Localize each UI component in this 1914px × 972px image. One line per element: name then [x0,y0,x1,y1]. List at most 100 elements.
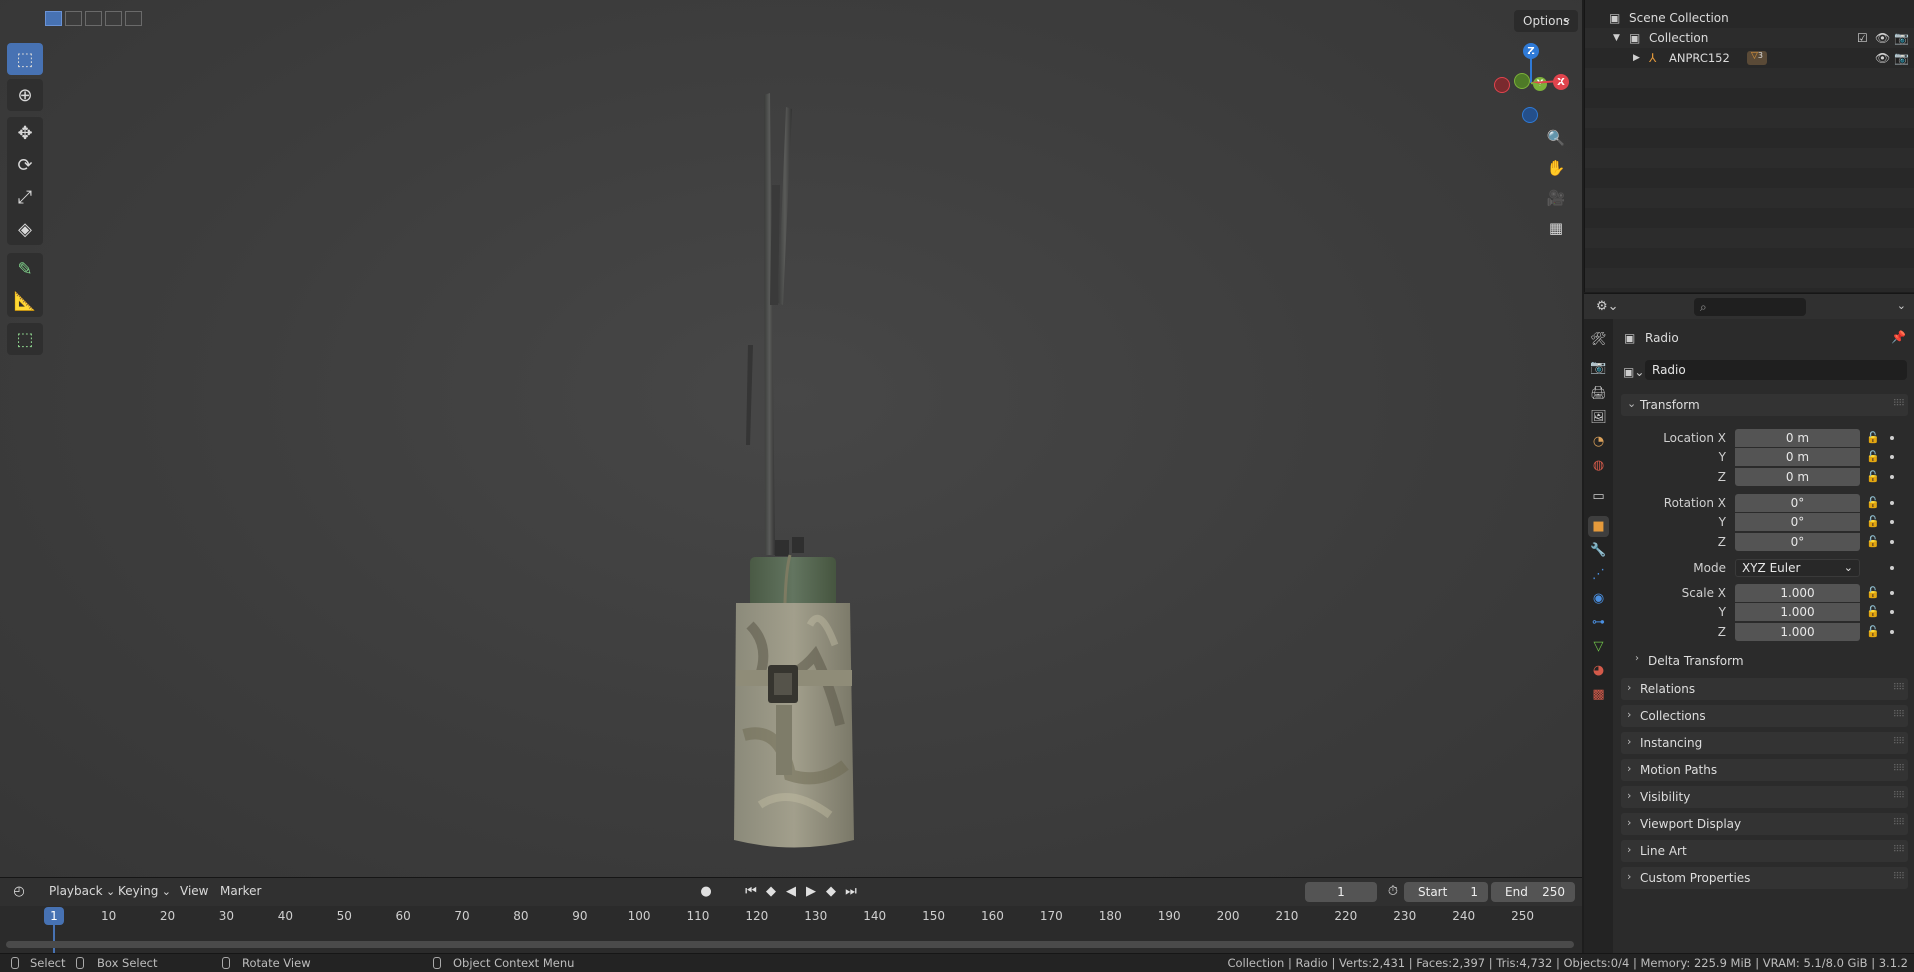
outliner-row-object[interactable]: ▶ ⅄ ANPRC152 ▽3 👁 📷 [1585,48,1914,68]
tab-output[interactable]: 🖨 [1588,383,1609,404]
drag-grip-icon[interactable]: ⠿⠿ [1893,399,1905,409]
editor-type-properties-icon[interactable]: ⚙⌄ [1596,299,1619,314]
lock-rotation-y-icon[interactable]: 🔓 [1866,515,1880,528]
current-frame-field[interactable]: 1 [1305,882,1377,902]
end-frame-field[interactable]: End 250 [1491,882,1575,902]
keyframe-scale-y-dot[interactable] [1890,610,1894,614]
tab-render[interactable]: 📷 [1588,357,1609,378]
start-frame-field[interactable]: Start 1 [1404,882,1488,902]
instancing-panel-header[interactable]: › Instancing ⠿⠿ [1621,732,1908,754]
outliner[interactable]: ▣ Scene Collection ▼ ▣ Collection ☑ 👁 📷 … [1584,0,1914,292]
select-intersect-mode-button[interactable] [125,11,142,26]
view-menu[interactable]: View [180,884,208,898]
auto-keying-button[interactable]: ● [697,883,715,901]
collection-expand-icon[interactable]: ▼ [1613,33,1620,43]
drag-grip-icon[interactable]: ⠿⠿ [1893,872,1905,882]
annotate-tool[interactable]: ✎ [7,253,43,285]
select-subtract-mode-button[interactable] [85,11,102,26]
location-z-field[interactable]: 0 m [1735,468,1860,486]
lock-scale-y-icon[interactable]: 🔓 [1866,605,1880,618]
select-invert-mode-button[interactable] [105,11,122,26]
keyframe-rotation-y-dot[interactable] [1890,520,1894,524]
scale-tool[interactable]: ⤢ [7,181,43,213]
relations-panel-header[interactable]: › Relations ⠿⠿ [1621,678,1908,700]
keyframe-scale-x-dot[interactable] [1890,591,1894,595]
drag-grip-icon[interactable]: ⠿⠿ [1893,818,1905,828]
select-extend-mode-button[interactable] [65,11,82,26]
drag-grip-icon[interactable]: ⠿⠿ [1893,683,1905,693]
location-x-field[interactable]: 0 m [1735,429,1860,447]
viewport-display-panel-header[interactable]: › Viewport Display ⠿⠿ [1621,813,1908,835]
play-button[interactable]: ▶ [802,883,820,901]
tab-scene[interactable]: ◔ [1588,431,1609,452]
lock-scale-x-icon[interactable]: 🔓 [1866,586,1880,599]
3d-viewport[interactable]: Options ⬚ ⊕ ✥ ⟳ ⤢ ◈ ✎ 📐 ⬚ Z X [0,0,1582,877]
lock-location-x-icon[interactable]: 🔓 [1866,431,1880,444]
keyframe-location-x-dot[interactable] [1890,436,1894,440]
scale-x-field[interactable]: 1.000 [1735,584,1860,602]
line-art-panel-header[interactable]: › Line Art ⠿⠿ [1621,840,1908,862]
children-badge[interactable]: ▽3 [1747,51,1767,65]
rotation-y-field[interactable]: 0° [1735,513,1860,531]
keyframe-location-y-dot[interactable] [1890,455,1894,459]
viewport-options-dropdown[interactable]: Options [1514,7,1578,32]
lock-rotation-x-icon[interactable]: 🔓 [1866,496,1880,509]
playback-menu[interactable]: Playback [49,884,115,898]
delta-transform-subpanel-header[interactable]: › Delta Transform [1627,651,1908,671]
object-visibility-eye-icon[interactable]: 👁 [1875,51,1890,65]
keyframe-rotation-z-dot[interactable] [1890,540,1894,544]
tab-particles[interactable]: ⋰ [1588,564,1609,585]
header-options-chevron-down-icon[interactable]: ⌄ [1897,299,1906,312]
marker-menu[interactable]: Marker [220,884,261,898]
transform-tool[interactable]: ◈ [7,213,43,245]
tab-view-layer[interactable]: 🖼 [1588,407,1609,428]
lock-rotation-z-icon[interactable]: 🔓 [1866,535,1880,548]
drag-grip-icon[interactable]: ⠿⠿ [1893,710,1905,720]
camera-view-button[interactable]: 🎥 [1542,184,1570,212]
lock-location-z-icon[interactable]: 🔓 [1866,470,1880,483]
rotation-mode-dropdown[interactable]: XYZ Euler ⌄ [1735,559,1860,577]
tab-modifiers[interactable]: 🔧 [1588,540,1609,561]
object-expand-icon[interactable]: ▶ [1633,53,1640,63]
rotate-tool[interactable]: ⟳ [7,149,43,181]
zoom-view-button[interactable]: 🔍 [1542,124,1570,152]
jump-end-button[interactable]: ⏭ [842,883,860,901]
drag-grip-icon[interactable]: ⠿⠿ [1893,737,1905,747]
select-new-mode-button[interactable] [45,11,62,26]
motion-paths-panel-header[interactable]: › Motion Paths ⠿⠿ [1621,759,1908,781]
tab-collection[interactable]: ▭ [1588,486,1609,507]
tab-object[interactable]: ■ [1588,516,1609,537]
collection-render-camera-icon[interactable]: 📷 [1894,31,1909,45]
properties-search-input[interactable]: ⌕ [1694,298,1806,316]
visibility-panel-header[interactable]: › Visibility ⠿⠿ [1621,786,1908,808]
tab-physics[interactable]: ◉ [1588,588,1609,609]
playhead[interactable]: 1 [44,907,64,925]
scale-z-field[interactable]: 1.000 [1735,623,1860,641]
pin-icon[interactable]: 📌 [1891,330,1906,344]
lock-location-y-icon[interactable]: 🔓 [1866,450,1880,463]
keyframe-scale-z-dot[interactable] [1890,630,1894,634]
rotation-x-field[interactable]: 0° [1735,494,1860,512]
outliner-row-collection[interactable]: ▼ ▣ Collection ☑ 👁 📷 [1585,28,1914,48]
rotation-z-field[interactable]: 0° [1735,533,1860,551]
pan-view-button[interactable]: ✋ [1542,154,1570,182]
tab-material[interactable]: ◕ [1588,660,1609,681]
drag-grip-icon[interactable]: ⠿⠿ [1893,791,1905,801]
preview-range-button[interactable]: ⏱ [1384,883,1402,901]
frame-ruler[interactable]: 10 20 30 40 50 60 70 80 90 100 110 120 130 140 150 160 1… [0,906,1582,926]
collection-visibility-eye-icon[interactable]: 👁 [1875,31,1890,45]
jump-start-button[interactable]: ⏮ [742,883,760,901]
tab-data[interactable]: ▽ [1588,636,1609,657]
editor-type-button[interactable]: ◴ [10,883,28,901]
radio-model[interactable] [720,85,870,855]
drag-grip-icon[interactable]: ⠿⠿ [1893,845,1905,855]
collection-exclude-checkbox[interactable]: ☑ [1857,31,1868,45]
object-render-camera-icon[interactable]: 📷 [1894,51,1909,65]
keyframe-rotation-x-dot[interactable] [1890,501,1894,505]
custom-properties-panel-header[interactable]: › Custom Properties ⠿⠿ [1621,867,1908,889]
outliner-row-scene-collection[interactable]: ▣ Scene Collection [1585,8,1914,28]
move-tool[interactable]: ✥ [7,117,43,149]
timeline-editor[interactable]: ◴ Playback Keying View Marker ● ⏮ ◆ ◀ ▶ … [0,877,1582,954]
location-y-field[interactable]: 0 m [1735,448,1860,466]
scale-y-field[interactable]: 1.000 [1735,603,1860,621]
